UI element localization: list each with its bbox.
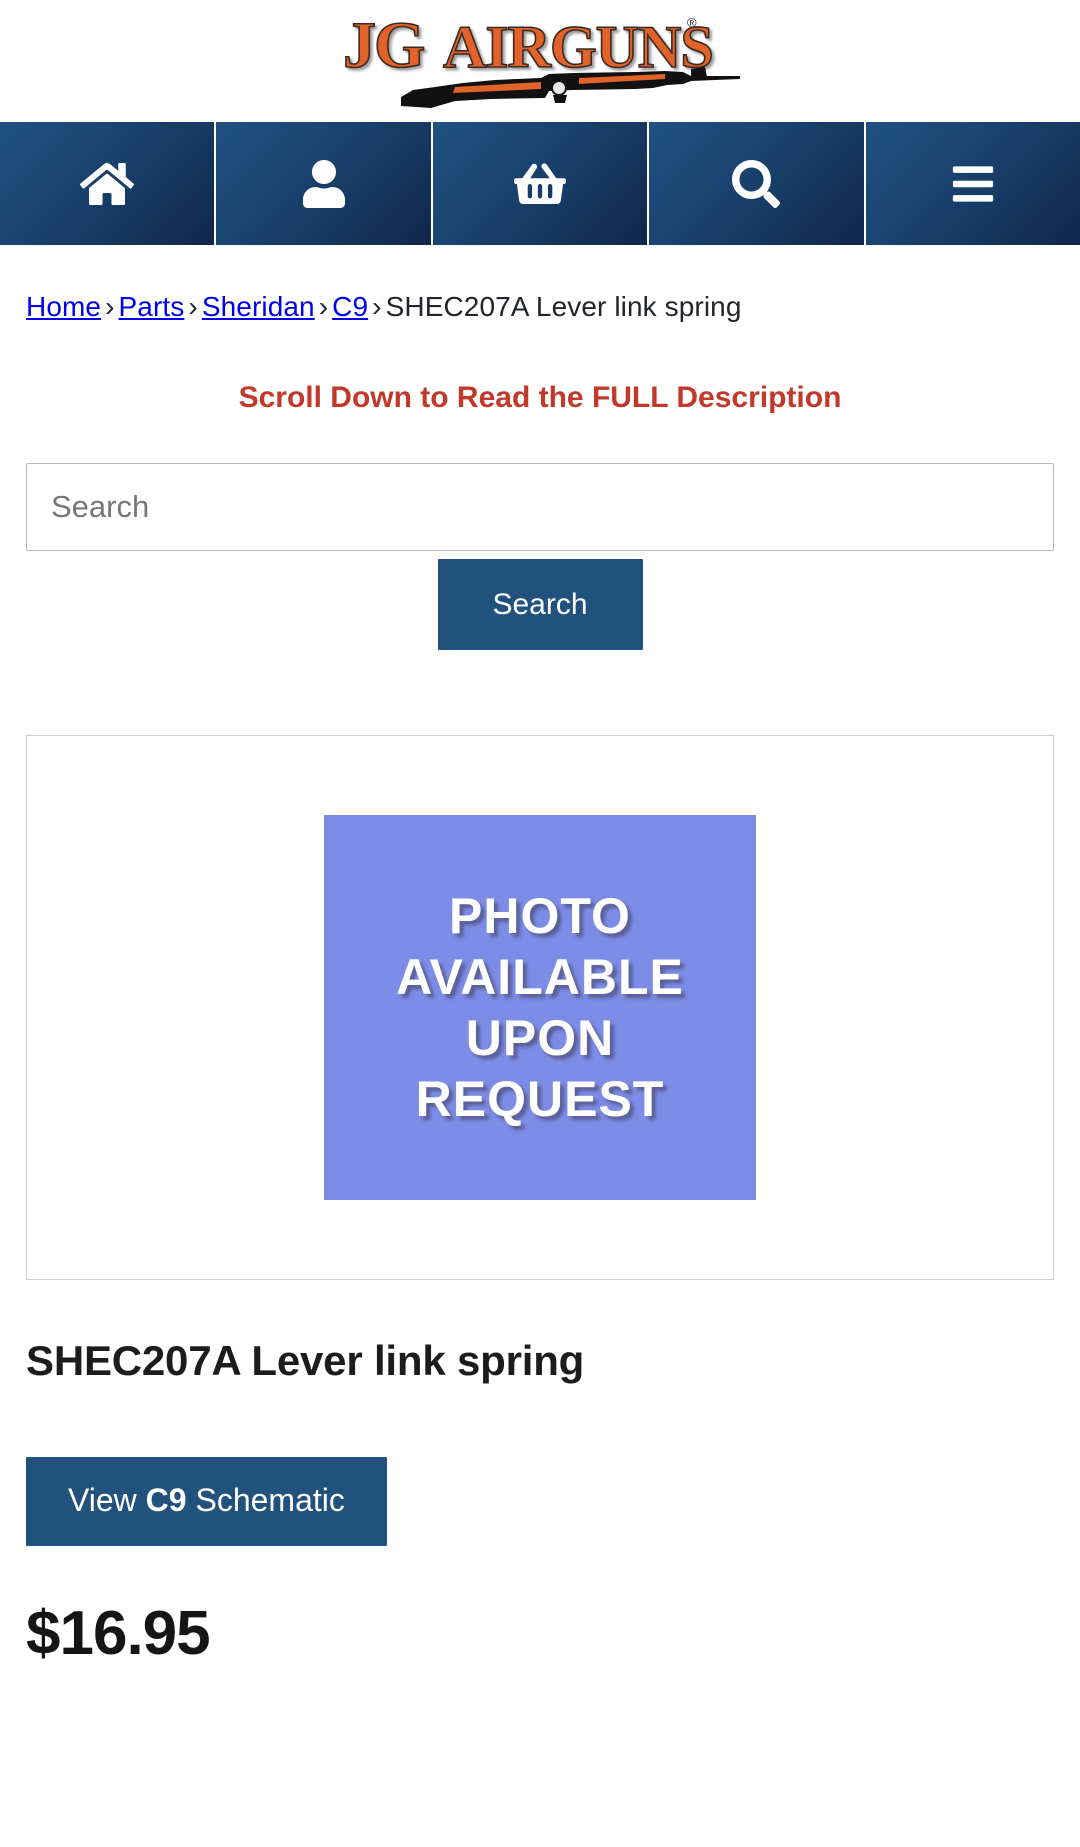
nav-account-button[interactable] <box>216 122 433 245</box>
breadcrumb-separator: › <box>188 291 198 322</box>
breadcrumb-item-current: SHEC207A Lever link spring <box>385 291 742 322</box>
nav-home-button[interactable] <box>0 122 217 245</box>
search-submit-button[interactable]: Search <box>437 559 643 650</box>
hamburger-menu-icon <box>952 165 993 202</box>
schematic-button-model: C9 <box>145 1482 187 1519</box>
breadcrumb-item-parts[interactable]: Parts <box>119 291 185 322</box>
search-button-wrap: Search <box>26 559 1054 650</box>
view-schematic-button[interactable]: View C9 Schematic <box>26 1457 387 1547</box>
breadcrumb-item-sheridan[interactable]: Sheridan <box>202 291 315 322</box>
svg-text:®: ® <box>687 15 697 30</box>
breadcrumb-separator: › <box>372 291 382 322</box>
svg-text:JG: JG <box>343 9 424 82</box>
nav-search-button[interactable] <box>649 122 866 245</box>
schematic-button-suffix: Schematic <box>186 1482 345 1519</box>
product-price: $16.95 <box>26 1599 211 1669</box>
svg-text:AIRGUNS: AIRGUNS <box>443 14 713 80</box>
placeholder-line-2: AVAILABLE <box>396 948 684 1005</box>
nav-cart-button[interactable] <box>432 122 650 245</box>
search-icon <box>732 159 781 208</box>
search-form: Search <box>26 463 1054 650</box>
jg-airguns-logo-icon: JG AIRGUNS ® <box>342 8 740 108</box>
breadcrumb-separator: › <box>105 291 115 322</box>
breadcrumb: Home › Parts › Sheridan › C9 › SHEC207A Lever li… <box>26 245 1054 323</box>
home-icon <box>80 162 135 205</box>
user-icon <box>302 159 345 208</box>
nav-menu-button[interactable] <box>865 122 1080 245</box>
site-header: JG AIRGUNS ® <box>0 0 1080 122</box>
placeholder-line-4: REQUEST <box>415 1070 665 1127</box>
placeholder-line-1: PHOTO <box>449 887 631 944</box>
product-title: SHEC207A Lever link spring <box>26 1337 585 1384</box>
breadcrumb-separator: › <box>318 291 329 322</box>
breadcrumb-item-c9[interactable]: C9 <box>332 291 368 322</box>
basket-icon <box>514 162 567 204</box>
scroll-down-notice: Scroll Down to Read the FULL Description <box>238 381 842 414</box>
schematic-button-prefix: View <box>68 1482 146 1519</box>
placeholder-line-3: UPON <box>465 1009 615 1066</box>
photo-available-upon-request-image: PHOTO AVAILABLE UPON REQUEST <box>324 815 756 1200</box>
main-navigation <box>0 122 1080 245</box>
breadcrumb-item-home[interactable]: Home <box>26 291 101 322</box>
page-root: JG AIRGUNS ® Home › Parts › Sheridan › C… <box>0 0 1080 1847</box>
search-input[interactable] <box>26 463 1054 551</box>
site-logo[interactable]: JG AIRGUNS ® <box>335 5 745 117</box>
product-image-container[interactable]: PHOTO AVAILABLE UPON REQUEST <box>26 735 1054 1280</box>
main-content: Home › Parts › Sheridan › C9 › SHEC207A Lever li… <box>0 245 1080 1669</box>
